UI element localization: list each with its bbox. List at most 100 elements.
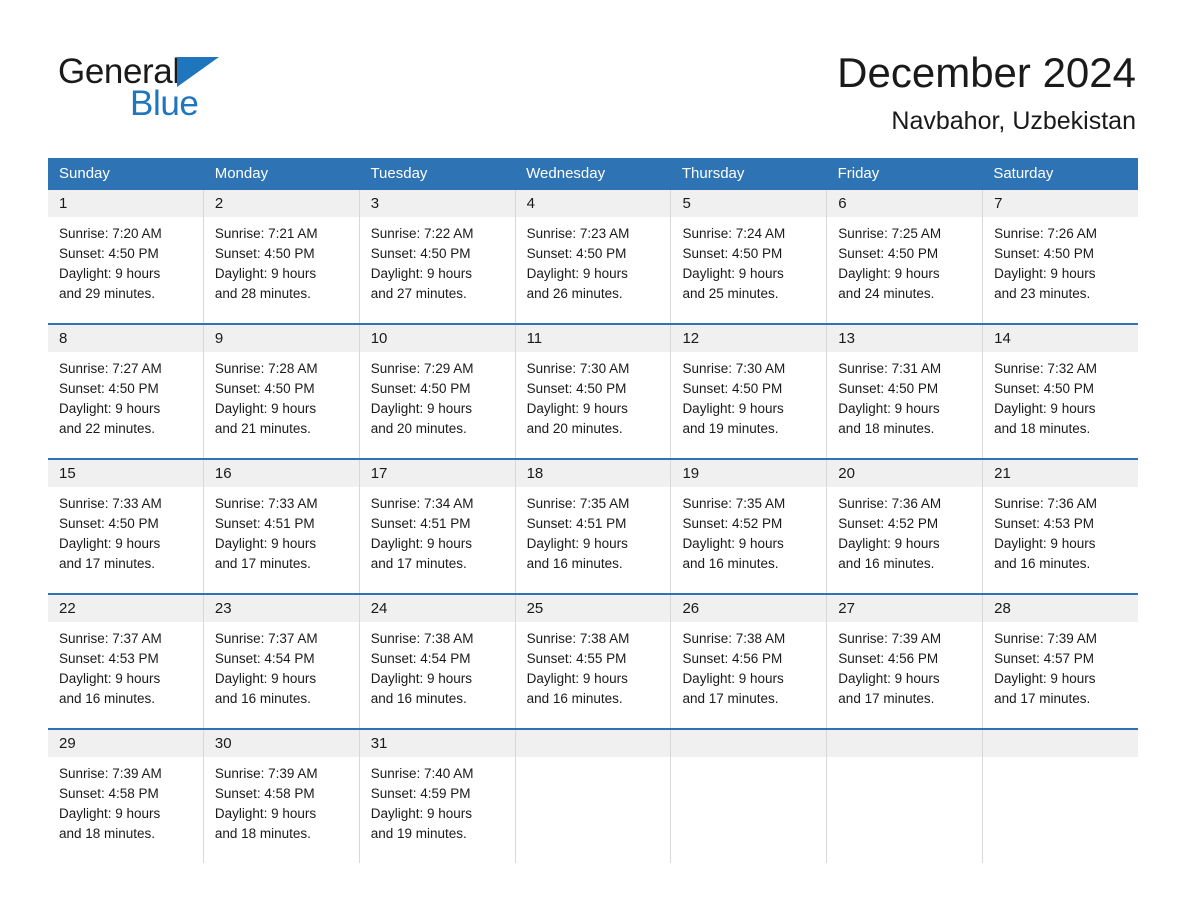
sunrise-text: Sunrise: 7:33 AM [214, 496, 318, 511]
generalblue-logo[interactable]: General Blue [58, 52, 308, 132]
day-cell[interactable]: 2 Sunrise: 7:21 AM Sunset: 4:50 PM Dayli… [202, 190, 359, 323]
day-number: 6 [838, 195, 847, 212]
day-cell[interactable]: 15 Sunrise: 7:33 AM Sunset: 4:50 PM Dayl… [48, 460, 203, 593]
day-number-band: 6 [827, 190, 983, 217]
day-number-band: 18 [515, 460, 671, 487]
sunrise-text: Sunrise: 7:35 AM [526, 496, 630, 511]
day-number: 29 [59, 735, 76, 752]
day-number: 13 [838, 330, 855, 347]
day-cell[interactable]: 13 Sunrise: 7:31 AM Sunset: 4:50 PM Dayl… [826, 325, 983, 458]
day-cell[interactable]: 6 Sunrise: 7:25 AM Sunset: 4:50 PM Dayli… [826, 190, 983, 323]
sunrise-text: Sunrise: 7:27 AM [59, 361, 162, 376]
day-number: 7 [994, 195, 1003, 212]
day-cell[interactable]: 22 Sunrise: 7:37 AM Sunset: 4:53 PM Dayl… [48, 595, 203, 728]
sunrise-text: Sunrise: 7:26 AM [994, 226, 1097, 241]
sunset-text: Sunset: 4:58 PM [214, 786, 315, 801]
daylight-text-line1: Daylight: 9 hours [59, 806, 161, 821]
day-cell[interactable]: 30 Sunrise: 7:39 AM Sunset: 4:58 PM Dayl… [202, 730, 359, 863]
sunset-text: Sunset: 4:51 PM [370, 516, 471, 531]
sunrise-text: Sunrise: 7:39 AM [59, 766, 162, 781]
daylight-text-line1: Daylight: 9 hours [994, 266, 1096, 281]
sunset-text: Sunset: 4:50 PM [838, 381, 939, 396]
sunrise-text: Sunrise: 7:29 AM [370, 361, 474, 376]
day-number-band: 9 [203, 325, 359, 352]
day-cell[interactable]: 16 Sunrise: 7:33 AM Sunset: 4:51 PM Dayl… [202, 460, 359, 593]
day-cell[interactable]: 3 Sunrise: 7:22 AM Sunset: 4:50 PM Dayli… [358, 190, 515, 323]
day-number-band: 23 [203, 595, 359, 622]
daylight-text-line2: and 22 minutes. [59, 421, 156, 436]
day-details: Sunrise: 7:36 AM Sunset: 4:52 PM Dayligh… [827, 487, 982, 574]
day-number: 12 [682, 330, 700, 347]
daylight-text-line2: and 19 minutes. [682, 421, 779, 436]
day-details: Sunrise: 7:26 AM Sunset: 4:50 PM Dayligh… [983, 217, 1138, 304]
sunset-text: Sunset: 4:50 PM [682, 381, 783, 396]
day-number: 9 [214, 330, 224, 347]
day-number-band: 10 [359, 325, 515, 352]
day-details: Sunrise: 7:38 AM Sunset: 4:55 PM Dayligh… [516, 622, 671, 709]
day-number: 17 [370, 465, 388, 482]
day-cell[interactable]: 10 Sunrise: 7:29 AM Sunset: 4:50 PM Dayl… [358, 325, 515, 458]
daylight-text-line2: and 17 minutes. [994, 691, 1091, 706]
day-number: 2 [214, 195, 224, 212]
sunset-text: Sunset: 4:50 PM [59, 516, 159, 531]
daylight-text-line1: Daylight: 9 hours [370, 536, 473, 551]
day-cell[interactable]: 8 Sunrise: 7:27 AM Sunset: 4:50 PM Dayli… [48, 325, 203, 458]
day-cell[interactable]: 1 Sunrise: 7:20 AM Sunset: 4:50 PM Dayli… [48, 190, 203, 323]
day-cell[interactable]: 4 Sunrise: 7:23 AM Sunset: 4:50 PM Dayli… [514, 190, 671, 323]
day-cell[interactable]: 27 Sunrise: 7:39 AM Sunset: 4:56 PM Dayl… [826, 595, 983, 728]
day-number: 27 [838, 600, 855, 617]
day-details: Sunrise: 7:31 AM Sunset: 4:50 PM Dayligh… [827, 352, 982, 439]
sunrise-text: Sunrise: 7:30 AM [526, 361, 630, 376]
daylight-text-line1: Daylight: 9 hours [214, 401, 317, 416]
sunrise-text: Sunrise: 7:36 AM [838, 496, 942, 511]
daylight-text-line1: Daylight: 9 hours [526, 536, 628, 551]
day-cell[interactable]: 21 Sunrise: 7:36 AM Sunset: 4:53 PM Dayl… [982, 460, 1139, 593]
day-number-band: 3 [359, 190, 515, 217]
day-cell[interactable]: 26 Sunrise: 7:38 AM Sunset: 4:56 PM Dayl… [670, 595, 827, 728]
daylight-text-line2: and 16 minutes. [59, 691, 156, 706]
week-row: 1 Sunrise: 7:20 AM Sunset: 4:50 PM Dayli… [48, 190, 1139, 323]
day-number: 20 [838, 465, 855, 482]
day-number: 24 [370, 600, 388, 617]
day-cell[interactable]: 14 Sunrise: 7:32 AM Sunset: 4:50 PM Dayl… [982, 325, 1139, 458]
day-number-band: 4 [515, 190, 671, 217]
daylight-text-line1: Daylight: 9 hours [214, 806, 317, 821]
day-cell[interactable]: 24 Sunrise: 7:38 AM Sunset: 4:54 PM Dayl… [358, 595, 515, 728]
day-cell[interactable]: 28 Sunrise: 7:39 AM Sunset: 4:57 PM Dayl… [982, 595, 1139, 728]
sunset-text: Sunset: 4:50 PM [838, 246, 939, 261]
day-cell[interactable]: 9 Sunrise: 7:28 AM Sunset: 4:50 PM Dayli… [202, 325, 359, 458]
day-details: Sunrise: 7:20 AM Sunset: 4:50 PM Dayligh… [48, 217, 203, 304]
day-cell[interactable]: 31 Sunrise: 7:40 AM Sunset: 4:59 PM Dayl… [358, 730, 515, 863]
sunrise-text: Sunrise: 7:25 AM [838, 226, 942, 241]
day-cell[interactable]: 5 Sunrise: 7:24 AM Sunset: 4:50 PM Dayli… [670, 190, 827, 323]
day-details: Sunrise: 7:39 AM Sunset: 4:58 PM Dayligh… [48, 757, 203, 844]
sunset-text: Sunset: 4:55 PM [526, 651, 627, 666]
week-row: 15 Sunrise: 7:33 AM Sunset: 4:50 PM Dayl… [48, 458, 1139, 593]
daylight-text-line1: Daylight: 9 hours [370, 806, 473, 821]
day-cell[interactable]: 7 Sunrise: 7:26 AM Sunset: 4:50 PM Dayli… [982, 190, 1139, 323]
day-cell[interactable]: 19 Sunrise: 7:35 AM Sunset: 4:52 PM Dayl… [670, 460, 827, 593]
day-cell[interactable]: 23 Sunrise: 7:37 AM Sunset: 4:54 PM Dayl… [202, 595, 359, 728]
day-details: Sunrise: 7:27 AM Sunset: 4:50 PM Dayligh… [48, 352, 203, 439]
day-number-band: 17 [359, 460, 515, 487]
day-cell[interactable]: 18 Sunrise: 7:35 AM Sunset: 4:51 PM Dayl… [514, 460, 671, 593]
day-cell[interactable]: 17 Sunrise: 7:34 AM Sunset: 4:51 PM Dayl… [358, 460, 515, 593]
sunset-text: Sunset: 4:54 PM [214, 651, 315, 666]
sunrise-text: Sunrise: 7:37 AM [214, 631, 318, 646]
day-cell[interactable]: 25 Sunrise: 7:38 AM Sunset: 4:55 PM Dayl… [514, 595, 671, 728]
day-number-band: 11 [515, 325, 671, 352]
day-cell[interactable]: 11 Sunrise: 7:30 AM Sunset: 4:50 PM Dayl… [514, 325, 671, 458]
daylight-text-line2: and 19 minutes. [370, 826, 467, 841]
daylight-text-line1: Daylight: 9 hours [838, 671, 940, 686]
day-details: Sunrise: 7:39 AM Sunset: 4:57 PM Dayligh… [983, 622, 1138, 709]
day-cell[interactable]: 20 Sunrise: 7:36 AM Sunset: 4:52 PM Dayl… [826, 460, 983, 593]
sunset-text: Sunset: 4:59 PM [370, 786, 471, 801]
day-number: 11 [526, 330, 543, 347]
daylight-text-line2: and 17 minutes. [682, 691, 779, 706]
day-cell[interactable]: 12 Sunrise: 7:30 AM Sunset: 4:50 PM Dayl… [670, 325, 827, 458]
sunset-text: Sunset: 4:50 PM [214, 381, 315, 396]
daylight-text-line1: Daylight: 9 hours [214, 671, 317, 686]
sunrise-text: Sunrise: 7:23 AM [526, 226, 630, 241]
day-cell[interactable]: 29 Sunrise: 7:39 AM Sunset: 4:58 PM Dayl… [48, 730, 203, 863]
sunset-text: Sunset: 4:50 PM [994, 381, 1094, 396]
